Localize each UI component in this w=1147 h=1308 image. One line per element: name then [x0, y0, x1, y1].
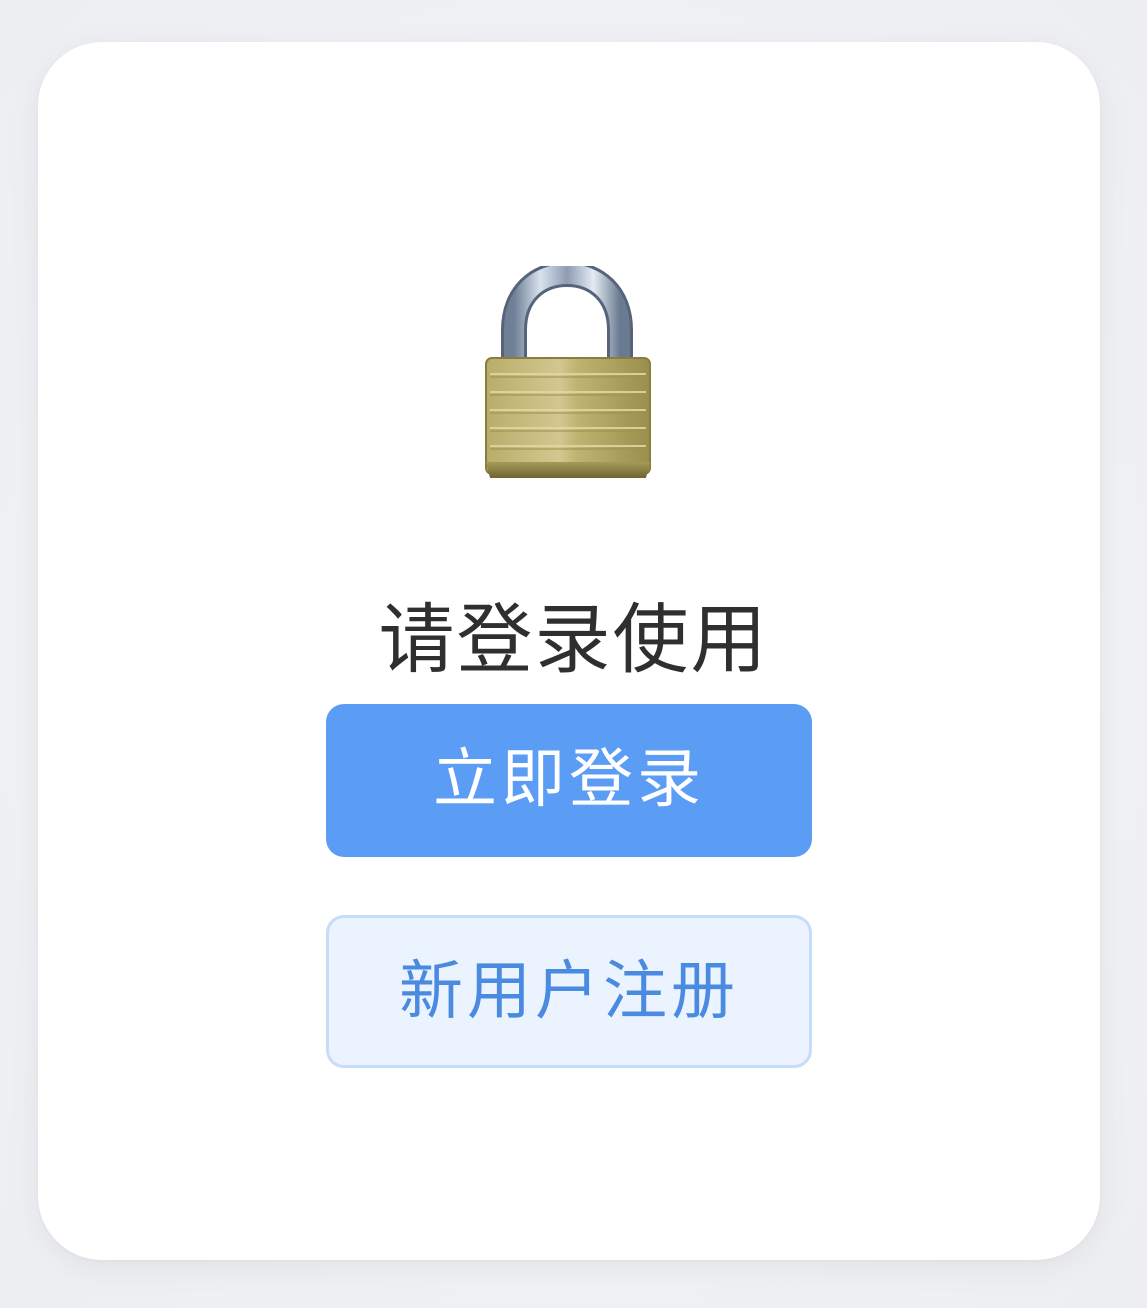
register-button[interactable]: 新用户注册	[326, 915, 812, 1068]
login-now-button[interactable]: 立即登录	[326, 704, 812, 857]
login-prompt-text: 请登录使用	[378, 595, 769, 684]
padlock-icon	[474, 266, 660, 492]
screen-background: 请登录使用 立即登录 新用户注册	[0, 0, 1147, 1308]
